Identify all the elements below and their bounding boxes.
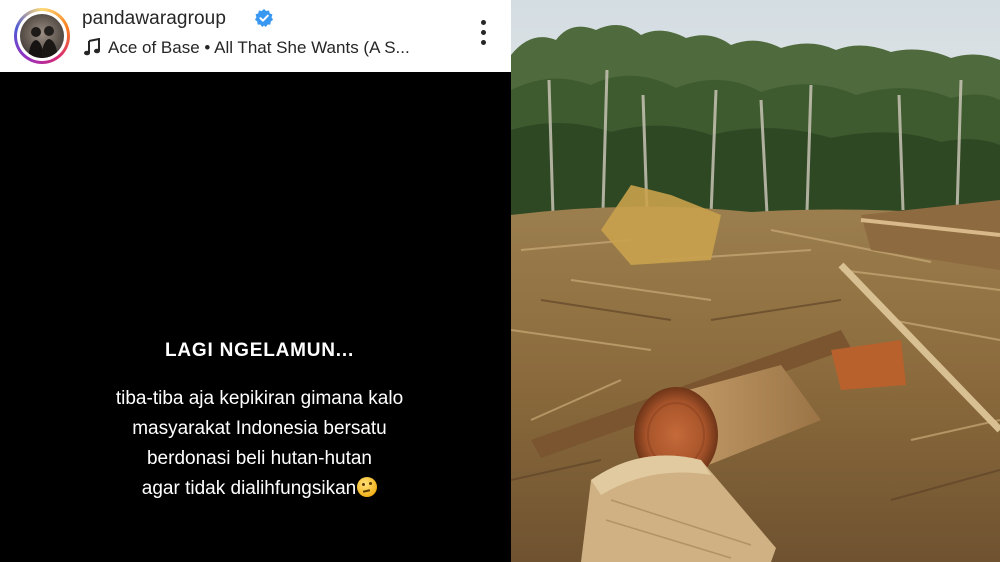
deforestation-photo bbox=[511, 0, 1000, 562]
story-line: agar tidak dialihfungsikan bbox=[141, 478, 357, 499]
story-line: tiba-tiba aja kepikiran gimana kalo bbox=[115, 388, 404, 409]
thinking-face-emoji-icon bbox=[357, 477, 378, 497]
story-header: pandawaragroup Ace of Base • All That Sh… bbox=[0, 0, 511, 72]
music-track[interactable]: Ace of Base • All That She Wants (A S... bbox=[108, 38, 410, 58]
cleared-forest-image bbox=[511, 0, 1000, 562]
story-line: berdonasi beli hutan-hutan bbox=[146, 448, 372, 469]
instagram-story: pandawaragroup Ace of Base • All That Sh… bbox=[0, 0, 511, 562]
story-heading: LAGI NGELAMUN... bbox=[164, 340, 355, 361]
username[interactable]: pandawaragroup bbox=[82, 8, 226, 30]
story-body: tiba-tiba aja kepikiran gimana kalo masy… bbox=[0, 384, 519, 504]
more-options-icon[interactable] bbox=[478, 20, 488, 50]
story-line: masyarakat Indonesia bersatu bbox=[132, 418, 387, 439]
profile-avatar[interactable] bbox=[14, 8, 70, 64]
verified-badge-icon bbox=[255, 9, 273, 27]
avatar-photo bbox=[20, 14, 64, 58]
music-note-icon bbox=[84, 38, 100, 56]
